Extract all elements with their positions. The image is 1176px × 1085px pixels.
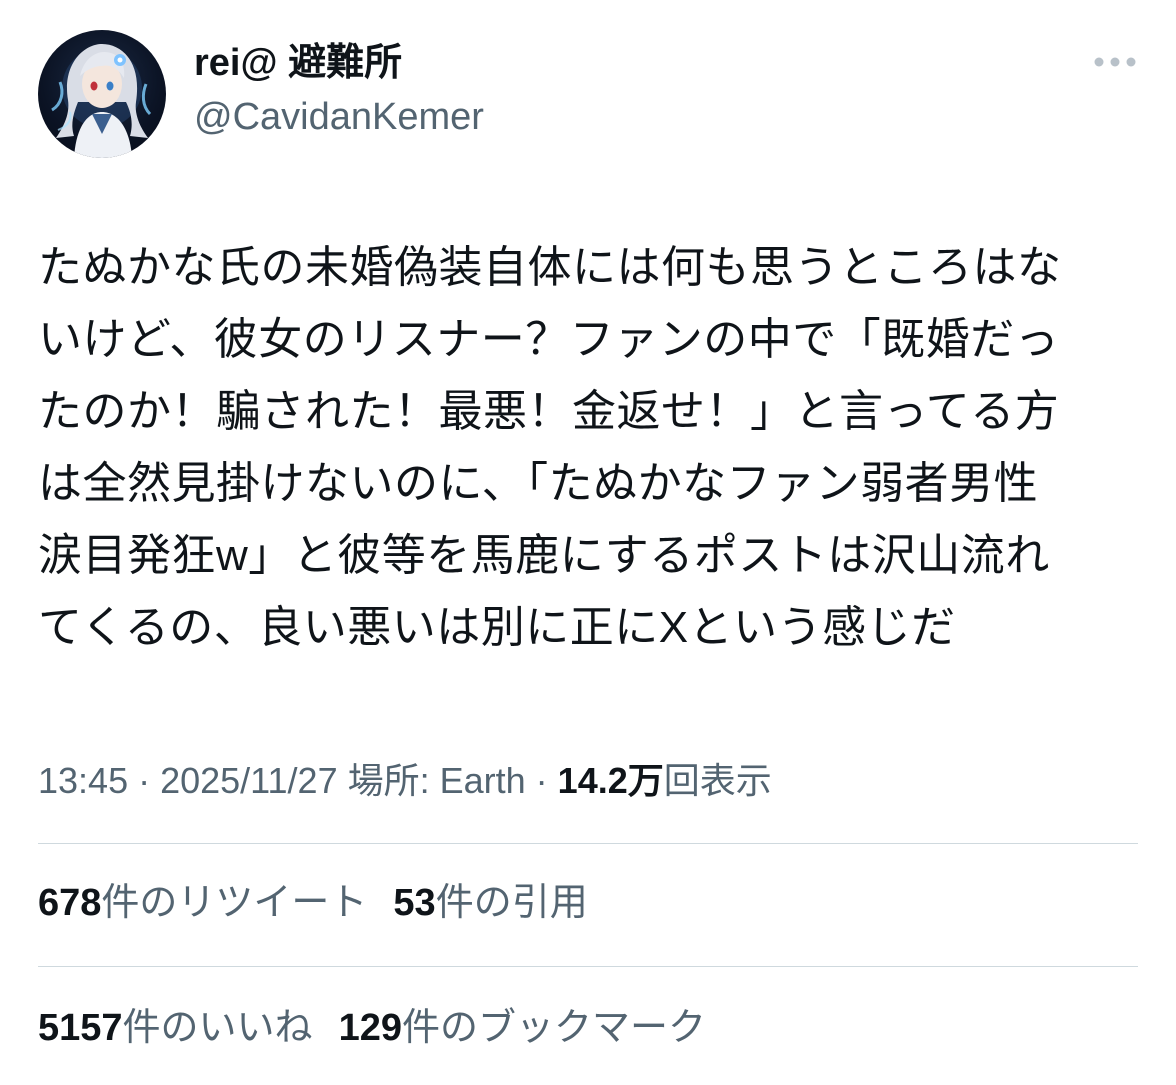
meta-separator: · (525, 760, 558, 801)
tweet-text-line: たのか！騙された！最悪！金返せ！」と言ってる方 (38, 387, 1060, 436)
more-options-button[interactable] (1090, 44, 1140, 80)
user-handle[interactable]: @CavidanKemer (194, 92, 484, 142)
tweet-text-line: いけど、彼女のリスナー？ファンの中で「既婚だっ (38, 315, 1060, 364)
divider (38, 966, 1138, 967)
anime-character-avatar-icon (51, 44, 152, 158)
divider (38, 843, 1138, 844)
likes-stat[interactable]: 5157件のいいね (38, 1007, 313, 1049)
tweet-text-line: たぬかな氏の未婚偽装自体には何も思うところはな (38, 243, 1062, 292)
tweet-text-line: は全然見掛けないのに、「たぬかなファン弱者男性 (38, 459, 1039, 508)
likes-count: 5157 (38, 1007, 123, 1049)
quotes-stat[interactable]: 53件の引用 (393, 882, 587, 924)
avatar[interactable] (38, 30, 166, 158)
bookmarks-stat[interactable]: 129件のブックマーク (339, 1007, 706, 1049)
more-horizontal-icon (1094, 57, 1136, 67)
post-location: 場所: Earth (337, 760, 526, 801)
post-date[interactable]: 2025/11/27 (160, 760, 338, 801)
bookmarks-count: 129 (338, 1007, 402, 1049)
retweets-stat[interactable]: 678件のリツイート (38, 882, 367, 924)
retweets-count: 678 (38, 882, 102, 924)
likes-label: 件のいいね (122, 1007, 313, 1049)
quotes-count: 53 (393, 882, 436, 924)
tweet-text-line: てくるの、良い悪いは別に正にXという感じだ (38, 603, 956, 652)
tweet-meta: 13:45 · 2025/11/27 場所: Earth · 14.2万回表示 (38, 756, 772, 806)
post-time[interactable]: 13:45 (38, 760, 128, 801)
bookmarks-label: 件のブックマーク (401, 1007, 706, 1049)
display-name[interactable]: rei@ 避難所 (194, 38, 402, 88)
views-label: 回表示 (663, 760, 772, 801)
tweet-text: たぬかな氏の未婚偽装自体には何も思うところはな いけど、彼女のリスナー？ファンの… (38, 232, 1148, 664)
views-count[interactable]: 14.2万 (558, 760, 664, 801)
quotes-label: 件の引用 (435, 882, 588, 924)
meta-separator: · (128, 760, 161, 801)
retweets-label: 件のリツイート (101, 882, 368, 924)
stats-row: 678件のリツイート 53件の引用 (38, 878, 614, 928)
stats-row: 5157件のいいね 129件のブックマーク (38, 1003, 732, 1053)
tweet-text-line: 涙目発狂w」と彼等を馬鹿にするポストは沢山流れ (38, 531, 1050, 580)
